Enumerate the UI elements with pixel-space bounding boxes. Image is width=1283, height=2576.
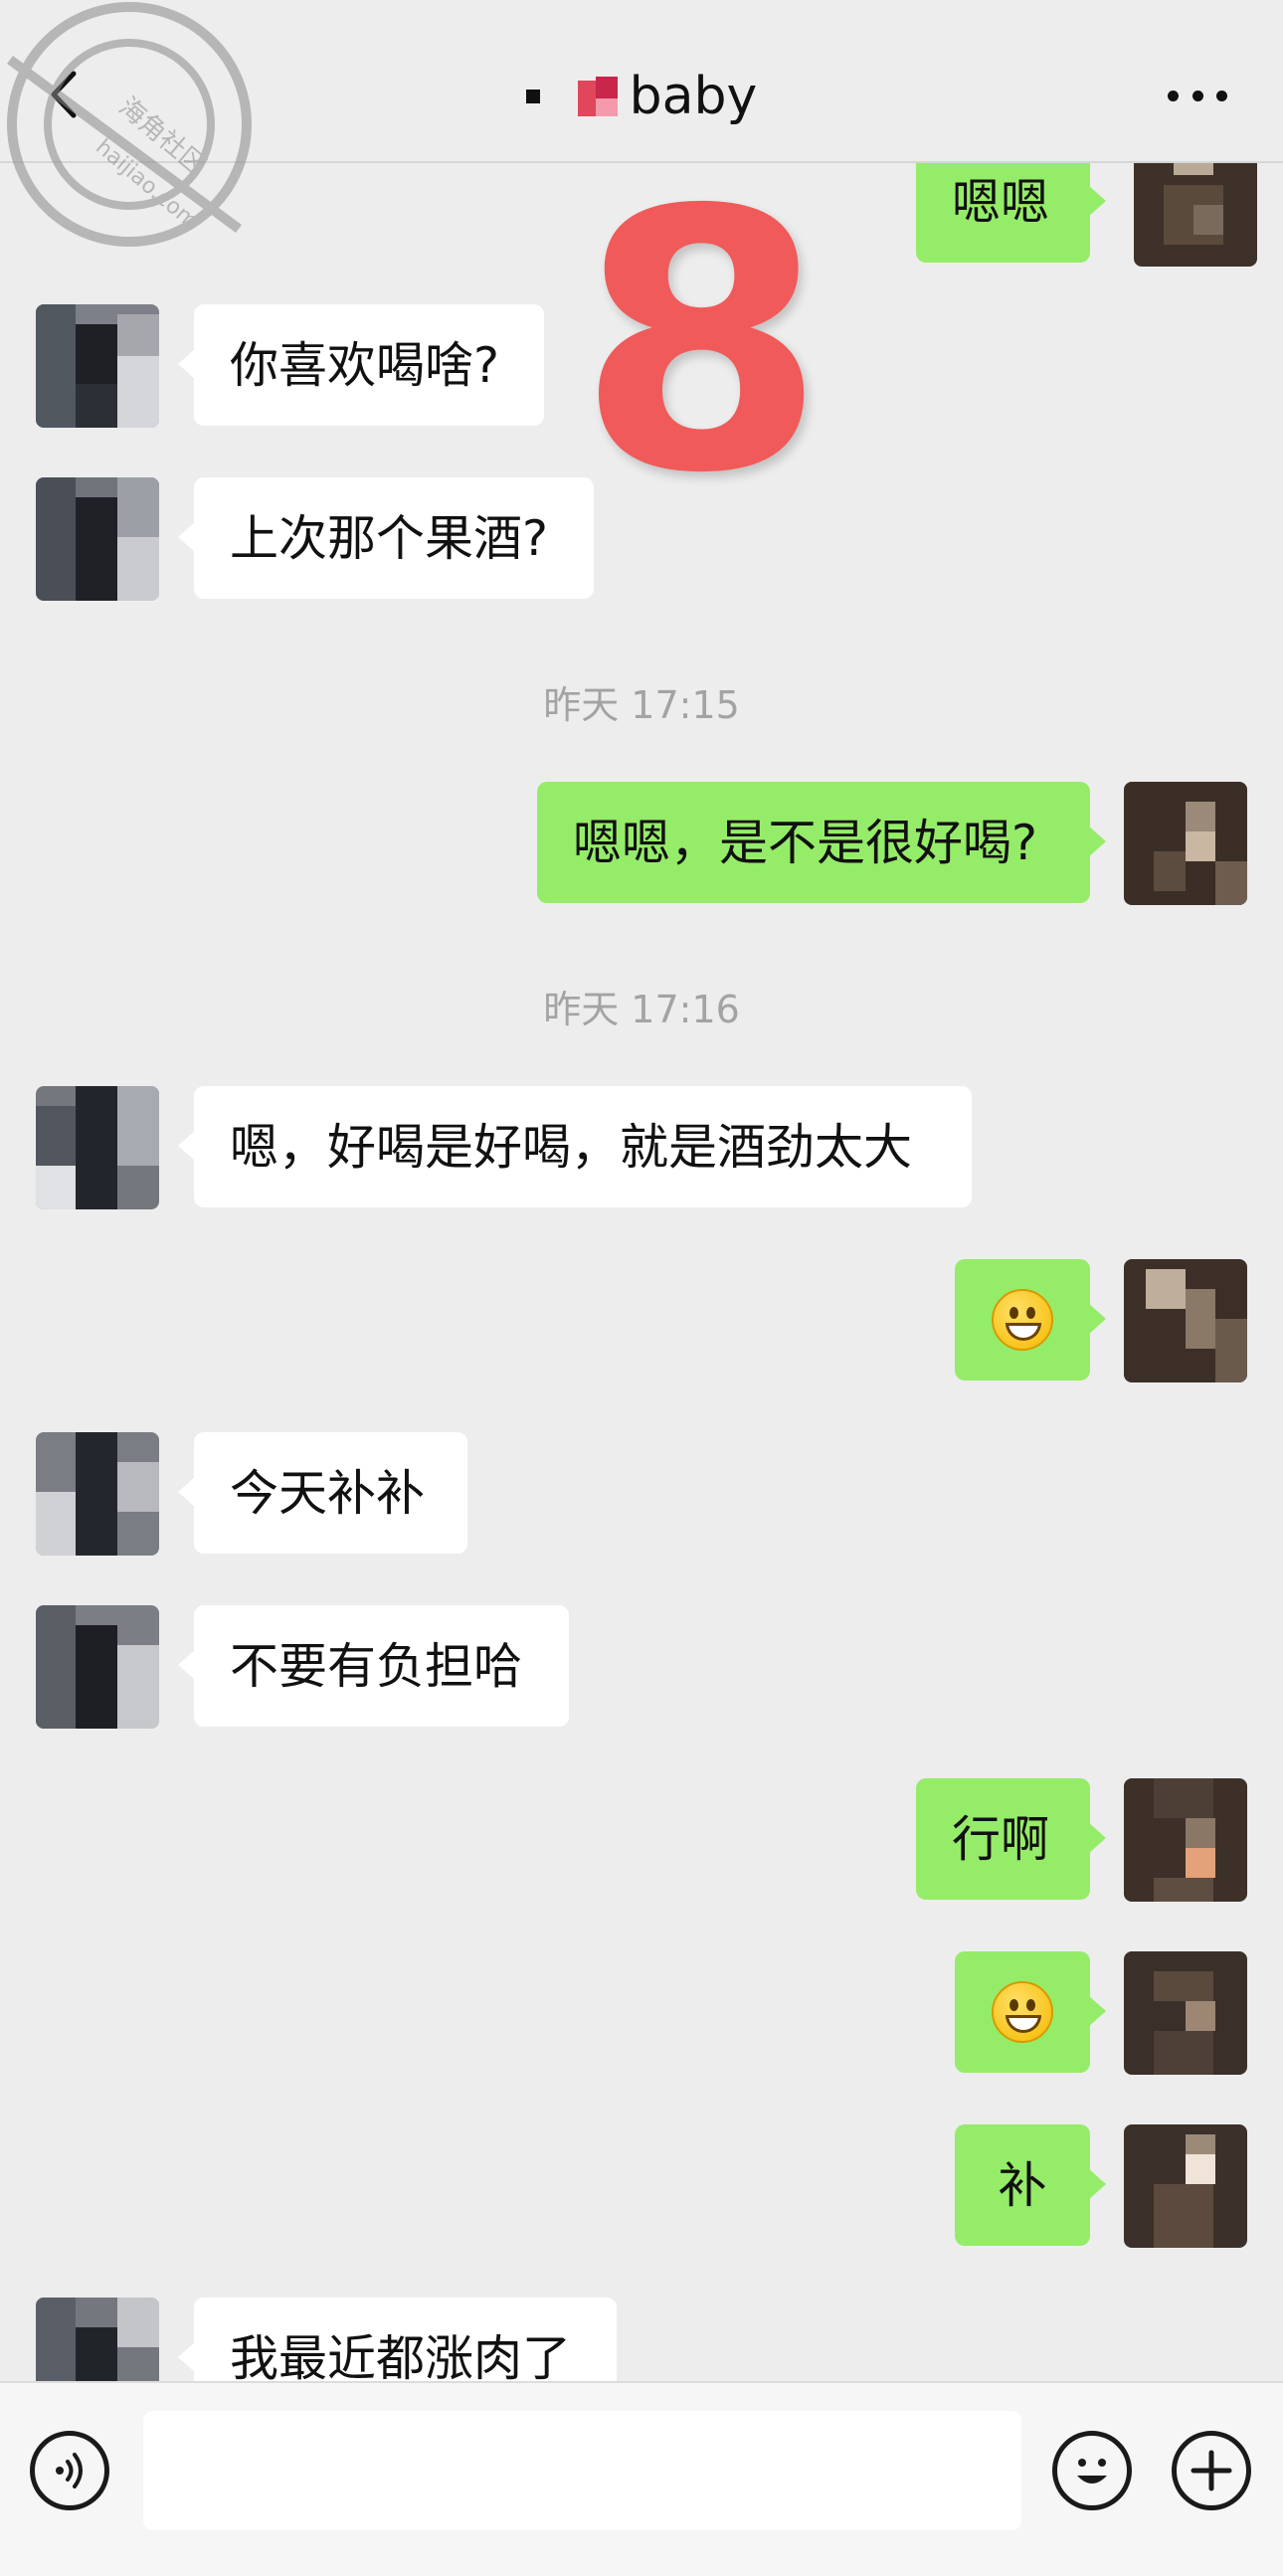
message-text: 我最近都涨肉了 bbox=[230, 2329, 572, 2382]
avatar-self[interactable] bbox=[1124, 1951, 1247, 2075]
message-bubble-outgoing[interactable]: 嗯嗯 bbox=[916, 163, 1106, 263]
message-bubble-incoming[interactable]: 嗯，好喝是好喝，就是酒劲太大 bbox=[178, 1086, 972, 1207]
more-functions-button[interactable] bbox=[1172, 2431, 1251, 2510]
message-text: 嗯，好喝是好喝，就是酒劲太大 bbox=[230, 1118, 913, 1176]
message-input-bar bbox=[0, 2381, 1283, 2576]
avatar-contact[interactable] bbox=[36, 1605, 159, 1729]
message-text-input[interactable] bbox=[143, 2411, 1021, 2530]
avatar-contact[interactable] bbox=[36, 477, 159, 601]
message-text: 你喜欢喝啥? bbox=[230, 336, 500, 394]
chat-title-text: baby bbox=[629, 67, 758, 126]
message-bubble-outgoing[interactable]: 行啊 bbox=[916, 1778, 1106, 1900]
avatar-self[interactable] bbox=[1124, 2124, 1247, 2248]
message-text: 嗯嗯 bbox=[952, 173, 1050, 231]
title-logo-icon bbox=[577, 77, 618, 116]
ellipsis-dot bbox=[1216, 90, 1227, 101]
message-bubble-incoming[interactable]: 你喜欢喝啥? bbox=[178, 304, 544, 426]
message-text: 补 bbox=[998, 2156, 1047, 2214]
emoji-button[interactable] bbox=[1052, 2431, 1132, 2510]
message-bubble-incoming[interactable]: 上次那个果酒? bbox=[178, 477, 594, 599]
message-timestamp: 昨天 17:16 bbox=[543, 988, 740, 1031]
avatar-self[interactable] bbox=[1124, 1778, 1247, 1902]
smiley-icon bbox=[1077, 2459, 1107, 2484]
message-bubble-outgoing[interactable]: 嗯嗯，是不是很好喝? bbox=[537, 782, 1106, 903]
message-bubble-outgoing[interactable]: 补 bbox=[955, 2124, 1106, 2246]
avatar-contact[interactable] bbox=[36, 1086, 159, 1209]
message-bubble-incoming[interactable]: 不要有负担哈 bbox=[178, 1605, 569, 1727]
grinning-face-icon bbox=[992, 1981, 1053, 2043]
ellipsis-dot bbox=[1191, 90, 1203, 101]
voice-input-button[interactable] bbox=[30, 2431, 109, 2510]
avatar-self[interactable] bbox=[1134, 163, 1257, 267]
ellipsis-icon bbox=[1168, 90, 1179, 101]
message-timestamp: 昨天 17:15 bbox=[543, 683, 740, 727]
message-list[interactable]: 嗯嗯 你喜欢喝啥? 上次那个果酒? 8 昨天 17:15 嗯嗯，是不是很好喝? bbox=[0, 163, 1283, 2381]
message-text: 不要有负担哈 bbox=[230, 1637, 523, 1695]
message-text: 上次那个果酒? bbox=[230, 509, 549, 567]
grinning-face-icon bbox=[992, 1289, 1053, 1351]
voice-icon bbox=[56, 2453, 83, 2488]
avatar-contact[interactable] bbox=[36, 2298, 159, 2381]
more-options-button[interactable] bbox=[1168, 86, 1227, 105]
avatar-self[interactable] bbox=[1124, 1259, 1247, 1382]
message-bubble-outgoing[interactable] bbox=[955, 1259, 1106, 1380]
avatar-self[interactable] bbox=[1124, 782, 1247, 905]
message-bubble-outgoing[interactable] bbox=[955, 1951, 1106, 2073]
message-bubble-incoming[interactable]: 我最近都涨肉了 bbox=[178, 2298, 617, 2382]
chat-header: baby bbox=[0, 0, 1283, 163]
avatar-contact[interactable] bbox=[36, 304, 159, 428]
message-text: 嗯嗯，是不是很好喝? bbox=[573, 814, 1038, 871]
title-dot-decoration bbox=[525, 90, 540, 103]
message-text: 今天补补 bbox=[230, 1464, 426, 1522]
plus-icon bbox=[1191, 2450, 1232, 2491]
avatar-contact[interactable] bbox=[36, 1432, 159, 1556]
message-text: 行啊 bbox=[952, 1810, 1050, 1868]
chat-title: baby bbox=[0, 62, 1283, 131]
message-bubble-incoming[interactable]: 今天补补 bbox=[178, 1432, 467, 1554]
overlay-number-label: 8 bbox=[577, 163, 826, 551]
